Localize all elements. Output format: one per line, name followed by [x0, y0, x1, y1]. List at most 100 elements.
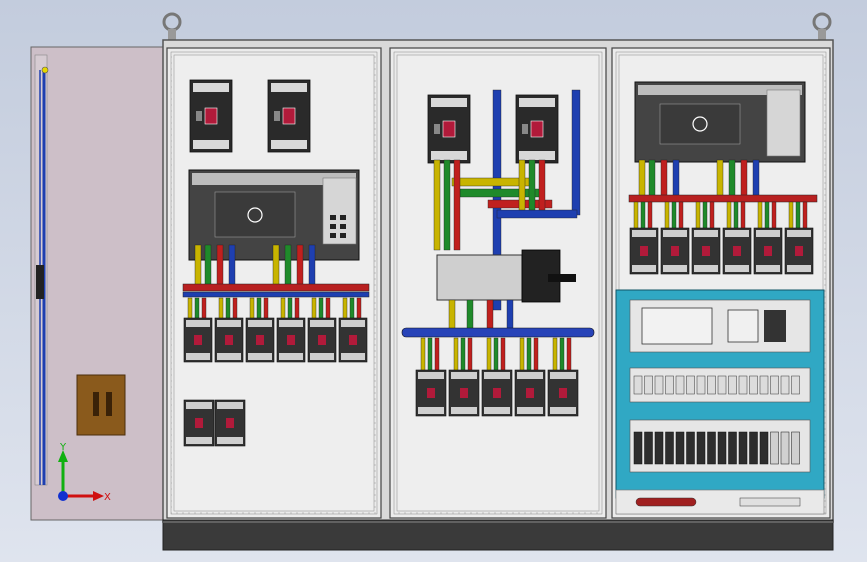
mcb-bottom [418, 407, 444, 414]
branch-breaker [629, 227, 659, 275]
incoming-wire [528, 159, 536, 211]
breaker-toggle [282, 107, 296, 125]
mcb-toggle [671, 246, 679, 256]
branch-wire [225, 297, 231, 321]
relay [728, 375, 737, 395]
mcb-bottom [663, 265, 687, 272]
breaker-top-terminals [271, 83, 307, 92]
axis-x-label: X [104, 492, 111, 503]
branch-breaker [547, 369, 579, 417]
terminal-block [791, 431, 800, 465]
cad-viewport[interactable]: Y X [0, 0, 867, 562]
branch-wire [519, 337, 525, 373]
incoming-wire [453, 159, 461, 251]
branch-wire [356, 297, 362, 321]
relay [707, 375, 716, 395]
terminal-block [707, 431, 716, 465]
branch-wire [764, 201, 770, 233]
branch-wire [802, 201, 808, 233]
branch-wire [280, 297, 286, 321]
breaker-top-terminals [519, 98, 555, 107]
feeder-wire [660, 159, 668, 201]
breaker-bottom-terminals [431, 151, 467, 160]
branch-wire [453, 337, 459, 373]
relay [717, 375, 727, 395]
branch-wire [249, 297, 255, 321]
relay [686, 375, 695, 395]
mcb-toggle [226, 418, 234, 428]
mcb-toggle [225, 335, 233, 345]
branch-breaker [338, 317, 368, 363]
branch-breaker [660, 227, 690, 275]
main-breaker-1 [189, 79, 233, 153]
mcb-toggle [287, 335, 295, 345]
ats-button [340, 215, 346, 220]
feeder-wire [216, 244, 224, 291]
branch-wire [287, 297, 293, 321]
terminal-block [633, 431, 643, 465]
feeder-wire [672, 159, 680, 201]
terminal-block [738, 431, 748, 465]
ats-panel [214, 191, 296, 238]
mcb-toggle [764, 246, 772, 256]
breaker-toggle [442, 120, 456, 138]
mcb-bottom [279, 353, 303, 360]
plc-unit [641, 307, 713, 345]
incoming-breaker-2 [515, 94, 559, 164]
relay [633, 375, 643, 395]
branch-wire [647, 201, 653, 233]
incoming-wire [538, 159, 546, 211]
feeder-wire [752, 159, 760, 201]
mcb-top [550, 372, 576, 379]
breaker-label [196, 111, 202, 121]
middle-busbar [401, 327, 595, 338]
branch-wire [733, 201, 739, 233]
mcb-toggle [195, 418, 203, 428]
breaker-toggle [204, 107, 218, 125]
distribution-busbar-red [628, 194, 818, 203]
power-supply [727, 309, 759, 343]
branch-wire [420, 337, 426, 373]
isolator-output [506, 299, 514, 331]
breaker-bottom-terminals [271, 140, 307, 149]
branch-wire [256, 297, 262, 321]
phase2-crossbar [459, 188, 541, 198]
terminal-block [759, 431, 769, 465]
branch-wire [771, 201, 777, 233]
mcb-top [725, 230, 749, 237]
incoming-breaker-1 [427, 94, 471, 164]
breaker-label [522, 124, 528, 134]
feeder-wire [272, 244, 280, 291]
isolator-output [486, 299, 494, 331]
branch-wire [795, 201, 801, 233]
branch-wire [664, 201, 670, 233]
branch-wire [460, 337, 466, 373]
mcb-bottom [186, 437, 212, 444]
mcb-bottom [787, 265, 811, 272]
ats-button [340, 224, 346, 229]
branch-breaker [214, 317, 244, 363]
isolator-output [466, 299, 474, 331]
branch-breaker [481, 369, 513, 417]
branch-wire [486, 337, 492, 373]
spare-breaker [214, 399, 246, 447]
cabinet-plinth [162, 519, 834, 551]
breaker-label [434, 124, 440, 134]
mcb-top [341, 320, 365, 327]
terminal-block [675, 431, 685, 465]
mcb-top [186, 402, 212, 409]
mcb-toggle [702, 246, 710, 256]
mcb-bottom [217, 353, 241, 360]
mcb-top [186, 320, 210, 327]
mcb-toggle [640, 246, 648, 256]
isolator-handle [548, 274, 576, 282]
terminal-block [686, 431, 695, 465]
mcb-toggle [318, 335, 326, 345]
main-breaker-2 [267, 79, 311, 153]
breaker-bottom-terminals [519, 151, 555, 160]
relay [665, 375, 674, 395]
branch-wire [678, 201, 684, 233]
branch-breaker [276, 317, 306, 363]
branch-wire [671, 201, 677, 233]
branch-breaker [691, 227, 721, 275]
